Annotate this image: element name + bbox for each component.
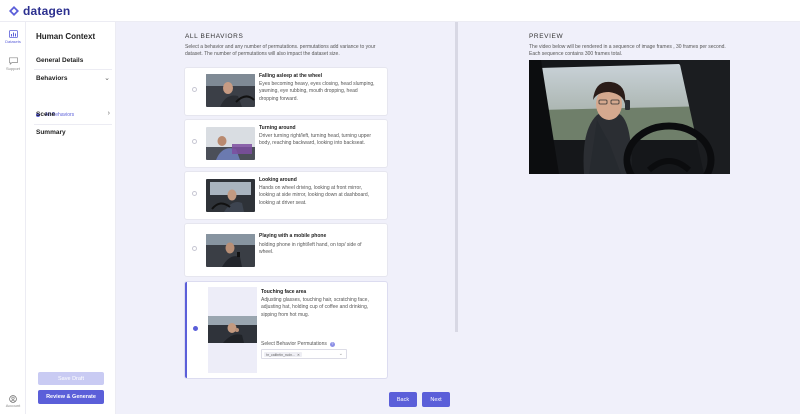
preview-description: The video below will be rendered in a se… xyxy=(529,44,726,57)
icon-rail: Datasets Support xyxy=(0,22,26,414)
behavior-description: holding phone in right/left hand, on top… xyxy=(259,242,362,256)
behavior-thumbnail xyxy=(206,127,255,160)
next-button[interactable]: Next xyxy=(422,392,450,407)
behavior-radio[interactable] xyxy=(192,139,197,144)
datasets-icon xyxy=(8,30,18,38)
chip-remove-icon[interactable]: ✕ xyxy=(297,353,300,357)
logo[interactable]: datagen xyxy=(8,4,70,18)
support-chat-icon xyxy=(8,57,18,65)
preview-video[interactable] xyxy=(529,60,730,174)
behavior-card-mobile-phone[interactable]: Playing with a mobile phone holding phon… xyxy=(185,224,387,276)
select-chevron-icon: ⌄ xyxy=(338,351,343,357)
section-title: ALL BEHAVIORS xyxy=(185,33,244,40)
step-behaviors[interactable]: Behaviors ⌄ xyxy=(36,75,112,82)
review-generate-button[interactable]: Review & Generate xyxy=(38,390,104,404)
rail-support[interactable]: Support xyxy=(0,57,26,71)
rail-account-label: Account xyxy=(5,403,21,408)
divider xyxy=(34,69,112,70)
chevron-right-icon: › xyxy=(107,110,110,117)
permutations-label-text: Select Behavior Permutations xyxy=(261,341,327,347)
behavior-thumbnail xyxy=(206,234,255,267)
behavior-description: Adjusting glasses, touching hair, scratc… xyxy=(261,297,369,318)
step-scene-label: Scene xyxy=(36,111,56,118)
step-summary[interactable]: Summary xyxy=(36,129,112,136)
permutations-select[interactable]: hr_calibrtin_rudn... ✕ ⌄ xyxy=(261,349,347,359)
rail-datasets-label: Datasets xyxy=(5,39,21,44)
rail-support-label: Support xyxy=(5,66,20,71)
datagen-logo-icon xyxy=(9,5,19,16)
step-scene[interactable]: Scene › xyxy=(36,110,112,118)
behaviors-panel: ALL BEHAVIORS Select a behavior and any … xyxy=(116,22,459,414)
behavior-thumbnail xyxy=(208,316,257,349)
behavior-thumbnail xyxy=(206,179,255,212)
back-button[interactable]: Back xyxy=(389,392,417,407)
permutation-chip-label: hr_calibrtin_rudn... xyxy=(266,352,295,357)
step-general-details[interactable]: General Details xyxy=(36,57,112,64)
divider xyxy=(34,124,112,125)
behavior-description: Hands on wheel driving, looking at front… xyxy=(259,185,370,206)
behavior-description: Eyes becoming heavy, eyes closing, head … xyxy=(259,81,375,102)
behavior-title: Looking around xyxy=(259,177,297,183)
scrollbar[interactable] xyxy=(455,22,458,332)
behavior-card-looking-around[interactable]: Looking around Hands on wheel driving, l… xyxy=(185,172,387,219)
steps-sidebar: Human Context General Details Behaviors … xyxy=(26,22,116,414)
behavior-card-falling-asleep[interactable]: Falling asleep at the wheel Eyes becomin… xyxy=(185,68,387,115)
behavior-title: Touching face area xyxy=(261,289,307,295)
behavior-title: Falling asleep at the wheel xyxy=(259,73,323,79)
rail-account[interactable]: Account xyxy=(0,395,26,408)
behavior-title: Turning around xyxy=(259,125,296,131)
behavior-thumbnail xyxy=(206,74,255,107)
save-draft-button[interactable]: Save Draft xyxy=(38,372,104,385)
top-bar: datagen xyxy=(0,0,800,22)
logo-text: datagen xyxy=(23,3,71,18)
step-behaviors-label: Behaviors xyxy=(36,75,68,82)
permutation-chip[interactable]: hr_calibrtin_rudn... ✕ xyxy=(264,352,302,357)
behavior-card-touching-face[interactable]: Touching face area Adjusting glasses, to… xyxy=(185,282,387,378)
preview-title: PREVIEW xyxy=(529,33,564,40)
section-description: Select a behavior and any number of perm… xyxy=(185,44,376,57)
help-icon[interactable]: ? xyxy=(329,341,335,347)
permutations-label: Select Behavior Permutations ? xyxy=(261,341,335,347)
behavior-radio[interactable] xyxy=(192,191,197,196)
behavior-radio[interactable] xyxy=(192,246,197,251)
behavior-title: Playing with a mobile phone xyxy=(259,233,327,239)
behavior-radio[interactable] xyxy=(192,87,197,92)
chevron-down-icon: ⌄ xyxy=(104,75,110,82)
behavior-card-turning-around[interactable]: Turning around Driver turning right/left… xyxy=(185,120,387,167)
preview-panel: PREVIEW The video below will be rendered… xyxy=(459,22,800,414)
steps-title: Human Context xyxy=(36,32,96,41)
behavior-radio-selected[interactable] xyxy=(193,326,198,331)
account-icon xyxy=(9,395,17,403)
behavior-description: Driver turning right/left, turning head,… xyxy=(259,133,372,147)
rail-datasets[interactable]: Datasets xyxy=(0,30,26,44)
